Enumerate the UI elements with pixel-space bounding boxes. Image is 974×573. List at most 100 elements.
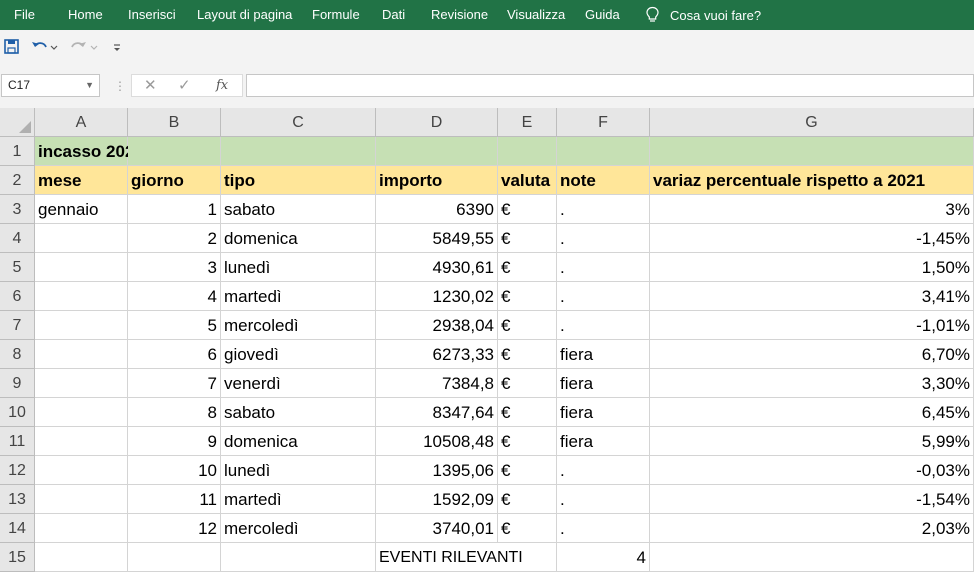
cell-c4[interactable]: domenica: [221, 224, 376, 253]
cell-g5[interactable]: 1,50%: [650, 253, 974, 282]
drag-handle-icon[interactable]: ⋮: [114, 79, 126, 93]
cell-b5[interactable]: 3: [128, 253, 221, 282]
tab-home[interactable]: Home: [68, 7, 103, 22]
cell-b15[interactable]: [128, 543, 221, 572]
cell-d8[interactable]: 6273,33: [376, 340, 498, 369]
row-header-1[interactable]: 1: [0, 137, 35, 166]
cell-e6[interactable]: €: [498, 282, 557, 311]
cell-g8[interactable]: 6,70%: [650, 340, 974, 369]
cell-a15[interactable]: [35, 543, 128, 572]
cell-b8[interactable]: 6: [128, 340, 221, 369]
cell-e12[interactable]: €: [498, 456, 557, 485]
cell-b6[interactable]: 4: [128, 282, 221, 311]
cell-a6[interactable]: [35, 282, 128, 311]
tab-dati[interactable]: Dati: [382, 7, 405, 22]
cell-g6[interactable]: 3,41%: [650, 282, 974, 311]
select-all-corner[interactable]: [0, 108, 35, 137]
chevron-down-icon[interactable]: ▼: [85, 75, 94, 96]
cell-b11[interactable]: 9: [128, 427, 221, 456]
cell-c5[interactable]: lunedì: [221, 253, 376, 282]
column-header-b[interactable]: B: [128, 108, 221, 137]
cell-c9[interactable]: venerdì: [221, 369, 376, 398]
cell-e10[interactable]: €: [498, 398, 557, 427]
cell-f14[interactable]: .: [557, 514, 650, 543]
name-box[interactable]: C17 ▼: [1, 74, 100, 97]
cell-g10[interactable]: 6,45%: [650, 398, 974, 427]
cell-f7[interactable]: .: [557, 311, 650, 340]
cell-b13[interactable]: 11: [128, 485, 221, 514]
tab-guida[interactable]: Guida: [585, 7, 620, 22]
redo-dropdown-icon[interactable]: [88, 38, 100, 56]
cell-b12[interactable]: 10: [128, 456, 221, 485]
cell-d15[interactable]: EVENTI RILEVANTI: [376, 543, 523, 572]
cell-d12[interactable]: 1395,06: [376, 456, 498, 485]
cell-g12[interactable]: -0,03%: [650, 456, 974, 485]
cell-a14[interactable]: [35, 514, 128, 543]
cell-f2[interactable]: note: [557, 166, 650, 195]
cell-a8[interactable]: [35, 340, 128, 369]
cell-c6[interactable]: martedì: [221, 282, 376, 311]
cell-g11[interactable]: 5,99%: [650, 427, 974, 456]
cell-a2[interactable]: mese: [35, 166, 128, 195]
enter-icon[interactable]: ✓: [178, 76, 191, 94]
cell-d14[interactable]: 3740,01: [376, 514, 498, 543]
row-header-4[interactable]: 4: [0, 224, 35, 253]
cell-f6[interactable]: .: [557, 282, 650, 311]
row-header-13[interactable]: 13: [0, 485, 35, 514]
cell-c14[interactable]: mercoledì: [221, 514, 376, 543]
cell-f15[interactable]: 4: [557, 543, 650, 572]
cell-d11[interactable]: 10508,48: [376, 427, 498, 456]
cell-g2[interactable]: variaz percentuale rispetto a 2021: [650, 166, 974, 195]
cell-b4[interactable]: 2: [128, 224, 221, 253]
cell-f10[interactable]: fiera: [557, 398, 650, 427]
cell-d3[interactable]: 6390: [376, 195, 498, 224]
cell-e4[interactable]: €: [498, 224, 557, 253]
cell-b2[interactable]: giorno: [128, 166, 221, 195]
cell-a10[interactable]: [35, 398, 128, 427]
cell-e7[interactable]: €: [498, 311, 557, 340]
worksheet-grid[interactable]: A B C D E F G 1 incasso 2022 2 mese giorno tipo impor…: [0, 108, 974, 573]
tab-inserisci[interactable]: Inserisci: [128, 7, 176, 22]
cell-g9[interactable]: 3,30%: [650, 369, 974, 398]
cell-b3[interactable]: 1: [128, 195, 221, 224]
cell-a12[interactable]: [35, 456, 128, 485]
cell-e11[interactable]: €: [498, 427, 557, 456]
cell-a13[interactable]: [35, 485, 128, 514]
save-icon[interactable]: [2, 38, 22, 56]
cell-f1[interactable]: [557, 137, 650, 166]
cell-e9[interactable]: €: [498, 369, 557, 398]
cell-g3[interactable]: 3%: [650, 195, 974, 224]
cell-e5[interactable]: €: [498, 253, 557, 282]
row-header-6[interactable]: 6: [0, 282, 35, 311]
tab-file[interactable]: File: [14, 7, 35, 22]
row-header-3[interactable]: 3: [0, 195, 35, 224]
row-header-14[interactable]: 14: [0, 514, 35, 543]
cell-a11[interactable]: [35, 427, 128, 456]
cell-f8[interactable]: fiera: [557, 340, 650, 369]
cell-a3[interactable]: gennaio: [35, 195, 128, 224]
column-header-c[interactable]: C: [221, 108, 376, 137]
customize-toolbar-icon[interactable]: [110, 38, 124, 56]
cell-d5[interactable]: 4930,61: [376, 253, 498, 282]
row-header-12[interactable]: 12: [0, 456, 35, 485]
cell-c7[interactable]: mercoledì: [221, 311, 376, 340]
cell-e14[interactable]: €: [498, 514, 557, 543]
cell-g14[interactable]: 2,03%: [650, 514, 974, 543]
column-header-f[interactable]: F: [557, 108, 650, 137]
row-header-10[interactable]: 10: [0, 398, 35, 427]
cell-g4[interactable]: -1,45%: [650, 224, 974, 253]
tell-me-box[interactable]: Cosa vuoi fare?: [644, 6, 761, 24]
redo-icon[interactable]: [68, 38, 88, 56]
cell-g7[interactable]: -1,01%: [650, 311, 974, 340]
cell-c12[interactable]: lunedì: [221, 456, 376, 485]
column-header-d[interactable]: D: [376, 108, 498, 137]
cell-f5[interactable]: .: [557, 253, 650, 282]
column-header-a[interactable]: A: [35, 108, 128, 137]
cell-c13[interactable]: martedì: [221, 485, 376, 514]
cell-f11[interactable]: fiera: [557, 427, 650, 456]
cell-d2[interactable]: importo: [376, 166, 498, 195]
column-header-g[interactable]: G: [650, 108, 974, 137]
cell-d10[interactable]: 8347,64: [376, 398, 498, 427]
row-header-5[interactable]: 5: [0, 253, 35, 282]
row-header-7[interactable]: 7: [0, 311, 35, 340]
